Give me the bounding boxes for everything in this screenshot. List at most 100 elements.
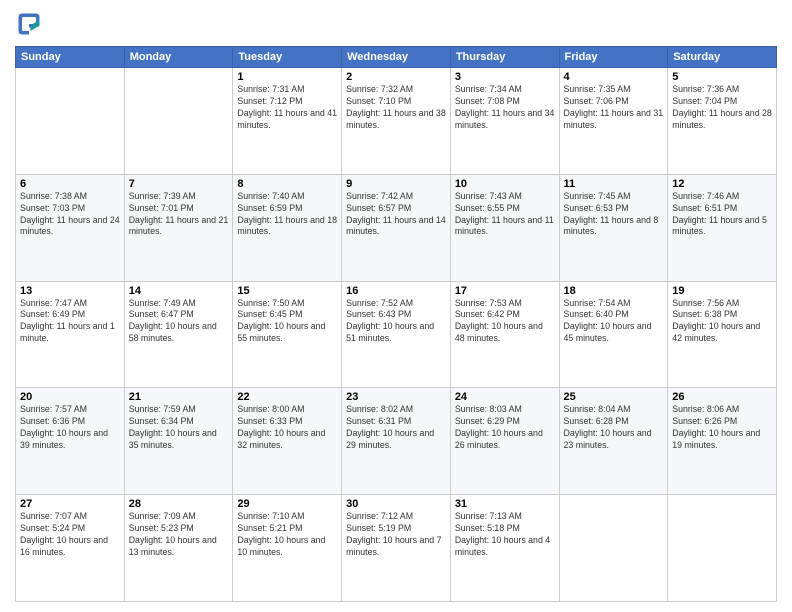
calendar-cell: 6Sunrise: 7:38 AMSunset: 7:03 PMDaylight… (16, 174, 125, 281)
calendar-week-2: 13Sunrise: 7:47 AMSunset: 6:49 PMDayligh… (16, 281, 777, 388)
day-info: Sunrise: 7:57 AMSunset: 6:36 PMDaylight:… (20, 404, 120, 452)
calendar-cell: 18Sunrise: 7:54 AMSunset: 6:40 PMDayligh… (559, 281, 668, 388)
day-header-thursday: Thursday (450, 47, 559, 68)
header (15, 10, 777, 38)
calendar-cell: 11Sunrise: 7:45 AMSunset: 6:53 PMDayligh… (559, 174, 668, 281)
day-info: Sunrise: 7:34 AMSunset: 7:08 PMDaylight:… (455, 84, 555, 132)
day-info: Sunrise: 7:50 AMSunset: 6:45 PMDaylight:… (237, 298, 337, 346)
day-number: 8 (237, 178, 337, 190)
day-info: Sunrise: 8:00 AMSunset: 6:33 PMDaylight:… (237, 404, 337, 452)
calendar-cell: 5Sunrise: 7:36 AMSunset: 7:04 PMDaylight… (668, 68, 777, 175)
calendar-week-3: 20Sunrise: 7:57 AMSunset: 6:36 PMDayligh… (16, 388, 777, 495)
calendar-cell: 14Sunrise: 7:49 AMSunset: 6:47 PMDayligh… (124, 281, 233, 388)
day-number: 14 (129, 285, 229, 297)
day-info: Sunrise: 7:43 AMSunset: 6:55 PMDaylight:… (455, 191, 555, 239)
calendar-cell (16, 68, 125, 175)
day-number: 20 (20, 391, 120, 403)
day-info: Sunrise: 7:12 AMSunset: 5:19 PMDaylight:… (346, 511, 446, 559)
calendar-cell: 26Sunrise: 8:06 AMSunset: 6:26 PMDayligh… (668, 388, 777, 495)
day-info: Sunrise: 7:47 AMSunset: 6:49 PMDaylight:… (20, 298, 120, 346)
day-number: 22 (237, 391, 337, 403)
day-info: Sunrise: 7:07 AMSunset: 5:24 PMDaylight:… (20, 511, 120, 559)
day-number: 7 (129, 178, 229, 190)
calendar-cell: 23Sunrise: 8:02 AMSunset: 6:31 PMDayligh… (342, 388, 451, 495)
day-info: Sunrise: 7:42 AMSunset: 6:57 PMDaylight:… (346, 191, 446, 239)
day-header-saturday: Saturday (668, 47, 777, 68)
calendar-cell: 20Sunrise: 7:57 AMSunset: 6:36 PMDayligh… (16, 388, 125, 495)
day-info: Sunrise: 8:03 AMSunset: 6:29 PMDaylight:… (455, 404, 555, 452)
day-info: Sunrise: 7:59 AMSunset: 6:34 PMDaylight:… (129, 404, 229, 452)
day-number: 30 (346, 498, 446, 510)
calendar-cell: 16Sunrise: 7:52 AMSunset: 6:43 PMDayligh… (342, 281, 451, 388)
day-number: 21 (129, 391, 229, 403)
day-info: Sunrise: 7:53 AMSunset: 6:42 PMDaylight:… (455, 298, 555, 346)
day-header-friday: Friday (559, 47, 668, 68)
day-number: 15 (237, 285, 337, 297)
day-header-tuesday: Tuesday (233, 47, 342, 68)
day-number: 5 (672, 71, 772, 83)
day-number: 12 (672, 178, 772, 190)
calendar-cell: 27Sunrise: 7:07 AMSunset: 5:24 PMDayligh… (16, 495, 125, 602)
day-number: 26 (672, 391, 772, 403)
day-number: 9 (346, 178, 446, 190)
calendar-cell: 30Sunrise: 7:12 AMSunset: 5:19 PMDayligh… (342, 495, 451, 602)
day-info: Sunrise: 8:02 AMSunset: 6:31 PMDaylight:… (346, 404, 446, 452)
day-info: Sunrise: 7:45 AMSunset: 6:53 PMDaylight:… (564, 191, 664, 239)
calendar-cell: 3Sunrise: 7:34 AMSunset: 7:08 PMDaylight… (450, 68, 559, 175)
calendar-cell: 24Sunrise: 8:03 AMSunset: 6:29 PMDayligh… (450, 388, 559, 495)
calendar-cell: 8Sunrise: 7:40 AMSunset: 6:59 PMDaylight… (233, 174, 342, 281)
calendar-cell: 25Sunrise: 8:04 AMSunset: 6:28 PMDayligh… (559, 388, 668, 495)
day-info: Sunrise: 7:49 AMSunset: 6:47 PMDaylight:… (129, 298, 229, 346)
day-number: 1 (237, 71, 337, 83)
day-info: Sunrise: 8:06 AMSunset: 6:26 PMDaylight:… (672, 404, 772, 452)
calendar-cell: 13Sunrise: 7:47 AMSunset: 6:49 PMDayligh… (16, 281, 125, 388)
calendar-cell: 1Sunrise: 7:31 AMSunset: 7:12 PMDaylight… (233, 68, 342, 175)
day-info: Sunrise: 7:54 AMSunset: 6:40 PMDaylight:… (564, 298, 664, 346)
calendar-cell: 21Sunrise: 7:59 AMSunset: 6:34 PMDayligh… (124, 388, 233, 495)
day-info: Sunrise: 7:32 AMSunset: 7:10 PMDaylight:… (346, 84, 446, 132)
day-info: Sunrise: 7:36 AMSunset: 7:04 PMDaylight:… (672, 84, 772, 132)
day-number: 19 (672, 285, 772, 297)
day-number: 18 (564, 285, 664, 297)
calendar-cell: 10Sunrise: 7:43 AMSunset: 6:55 PMDayligh… (450, 174, 559, 281)
calendar-cell: 29Sunrise: 7:10 AMSunset: 5:21 PMDayligh… (233, 495, 342, 602)
day-number: 2 (346, 71, 446, 83)
calendar-cell: 31Sunrise: 7:13 AMSunset: 5:18 PMDayligh… (450, 495, 559, 602)
day-header-sunday: Sunday (16, 47, 125, 68)
day-number: 13 (20, 285, 120, 297)
day-number: 24 (455, 391, 555, 403)
calendar-cell: 4Sunrise: 7:35 AMSunset: 7:06 PMDaylight… (559, 68, 668, 175)
day-number: 16 (346, 285, 446, 297)
calendar-cell: 9Sunrise: 7:42 AMSunset: 6:57 PMDaylight… (342, 174, 451, 281)
calendar-week-0: 1Sunrise: 7:31 AMSunset: 7:12 PMDaylight… (16, 68, 777, 175)
calendar-cell (124, 68, 233, 175)
calendar-cell: 17Sunrise: 7:53 AMSunset: 6:42 PMDayligh… (450, 281, 559, 388)
day-number: 25 (564, 391, 664, 403)
day-info: Sunrise: 7:38 AMSunset: 7:03 PMDaylight:… (20, 191, 120, 239)
day-number: 28 (129, 498, 229, 510)
day-info: Sunrise: 7:31 AMSunset: 7:12 PMDaylight:… (237, 84, 337, 132)
calendar-cell: 12Sunrise: 7:46 AMSunset: 6:51 PMDayligh… (668, 174, 777, 281)
calendar-cell: 2Sunrise: 7:32 AMSunset: 7:10 PMDaylight… (342, 68, 451, 175)
day-info: Sunrise: 7:52 AMSunset: 6:43 PMDaylight:… (346, 298, 446, 346)
calendar-cell: 28Sunrise: 7:09 AMSunset: 5:23 PMDayligh… (124, 495, 233, 602)
calendar-cell: 7Sunrise: 7:39 AMSunset: 7:01 PMDaylight… (124, 174, 233, 281)
day-number: 17 (455, 285, 555, 297)
day-number: 29 (237, 498, 337, 510)
day-number: 4 (564, 71, 664, 83)
day-info: Sunrise: 7:46 AMSunset: 6:51 PMDaylight:… (672, 191, 772, 239)
day-header-monday: Monday (124, 47, 233, 68)
day-number: 23 (346, 391, 446, 403)
day-info: Sunrise: 7:13 AMSunset: 5:18 PMDaylight:… (455, 511, 555, 559)
calendar-table: SundayMondayTuesdayWednesdayThursdayFrid… (15, 46, 777, 602)
day-info: Sunrise: 7:10 AMSunset: 5:21 PMDaylight:… (237, 511, 337, 559)
calendar-cell: 19Sunrise: 7:56 AMSunset: 6:38 PMDayligh… (668, 281, 777, 388)
day-info: Sunrise: 7:09 AMSunset: 5:23 PMDaylight:… (129, 511, 229, 559)
day-info: Sunrise: 7:40 AMSunset: 6:59 PMDaylight:… (237, 191, 337, 239)
day-info: Sunrise: 7:39 AMSunset: 7:01 PMDaylight:… (129, 191, 229, 239)
day-info: Sunrise: 7:56 AMSunset: 6:38 PMDaylight:… (672, 298, 772, 346)
day-number: 6 (20, 178, 120, 190)
calendar-header-row: SundayMondayTuesdayWednesdayThursdayFrid… (16, 47, 777, 68)
calendar-cell: 22Sunrise: 8:00 AMSunset: 6:33 PMDayligh… (233, 388, 342, 495)
page: SundayMondayTuesdayWednesdayThursdayFrid… (0, 0, 792, 612)
